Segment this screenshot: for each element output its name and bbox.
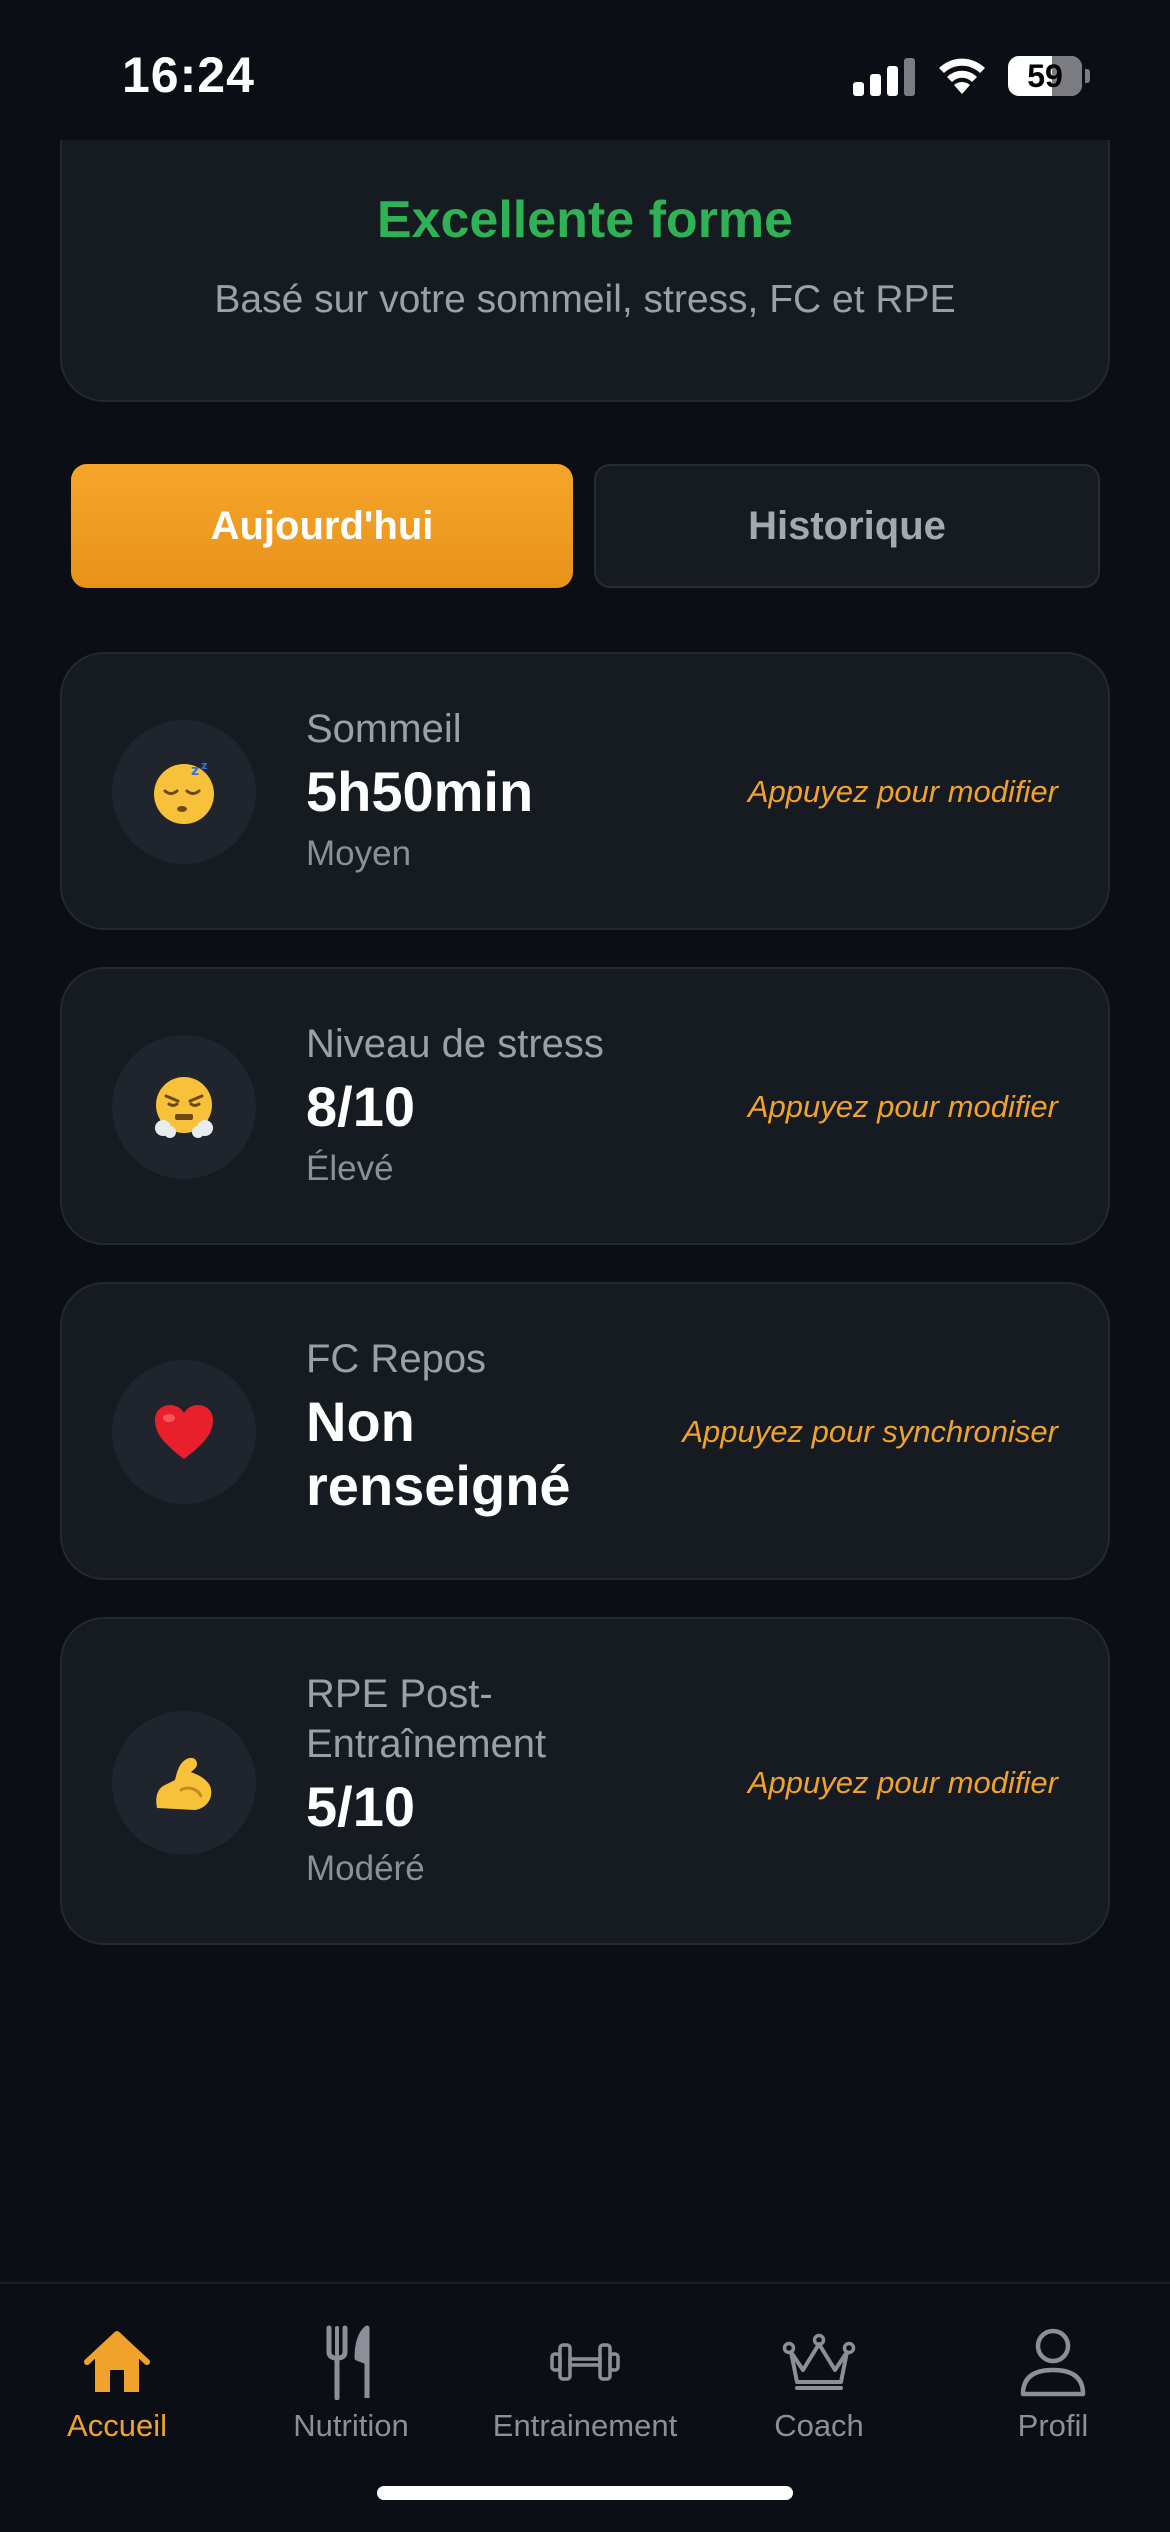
readiness-subtitle: Basé sur votre sommeil, stress, FC et RP… — [214, 278, 956, 321]
tab-history[interactable]: Historique — [594, 464, 1100, 588]
battery-level: 59 — [1027, 58, 1063, 94]
sleeping-face-icon: z z — [112, 720, 256, 864]
nav-coach-label: Coach — [774, 2408, 864, 2443]
svg-text:z: z — [201, 759, 207, 772]
rpe-card[interactable]: RPE Post- Entraînement 5/10 Modéré Appuy… — [60, 1617, 1110, 1945]
readiness-title: Excellente forme — [376, 191, 794, 249]
screen: 16:24 59 Excellente forme Basé sur votre… — [0, 0, 1170, 2532]
nav-home[interactable]: Accueil — [0, 2300, 234, 2443]
nav-profile-label: Profil — [1017, 2408, 1089, 2443]
crown-icon — [702, 2320, 936, 2404]
stress-status: Élevé — [306, 1149, 394, 1188]
sleep-card[interactable]: z z Sommeil 5h50min Moyen Appuyez pour m… — [60, 652, 1110, 930]
battery-icon: 59 — [1008, 56, 1090, 96]
sleep-status: Moyen — [306, 834, 412, 873]
red-heart-icon — [112, 1360, 256, 1504]
flexed-biceps-icon — [112, 1711, 256, 1855]
cellular-signal-icon — [853, 56, 915, 96]
status-time: 16:24 — [122, 47, 255, 103]
status-bar: 16:24 59 — [0, 0, 1170, 140]
home-icon — [0, 2320, 234, 2404]
tab-today[interactable]: Aujourd'hui — [71, 464, 573, 588]
resting-hr-value: Non renseigné — [306, 1390, 571, 1518]
wifi-icon — [939, 58, 985, 94]
person-icon — [936, 2320, 1170, 2404]
sleep-value: 5h50min — [306, 760, 534, 823]
resting-hr-label: FC Repos — [306, 1337, 487, 1381]
sleep-label: Sommeil — [306, 707, 462, 751]
rpe-status: Modéré — [306, 1849, 425, 1888]
nav-training-label: Entrainement — [492, 2408, 678, 2443]
svg-text:z: z — [191, 763, 199, 779]
nav-nutrition-label: Nutrition — [293, 2408, 409, 2443]
nav-home-label: Accueil — [67, 2408, 167, 2443]
rpe-edit-hint: Appuyez pour modifier — [747, 1765, 1058, 1800]
nav-nutrition[interactable]: Nutrition — [234, 2300, 468, 2443]
stress-edit-hint: Appuyez pour modifier — [747, 1089, 1058, 1124]
stress-card[interactable]: Niveau de stress 8/10 Élevé Appuyez pour… — [60, 967, 1110, 1245]
rpe-value: 5/10 — [306, 1775, 415, 1838]
nav-coach[interactable]: Coach — [702, 2300, 936, 2443]
resting-hr-value-line1: Non — [306, 1390, 415, 1453]
rpe-label: RPE Post- Entraînement — [306, 1669, 546, 1769]
resting-hr-value-line2: renseigné — [306, 1454, 571, 1517]
rpe-label-line1: RPE Post- — [306, 1672, 493, 1716]
home-indicator[interactable] — [377, 2486, 793, 2500]
rpe-label-line2: Entraînement — [306, 1722, 547, 1766]
nav-training[interactable]: Entrainement — [468, 2300, 702, 2443]
resting-hr-sync-hint: Appuyez pour synchroniser — [682, 1414, 1058, 1449]
sleep-edit-hint: Appuyez pour modifier — [747, 774, 1058, 809]
steaming-face-icon — [112, 1035, 256, 1179]
dumbbell-icon — [468, 2320, 702, 2404]
fork-knife-icon — [234, 2320, 468, 2404]
resting-hr-card[interactable]: FC Repos Non renseigné Appuyez pour sync… — [60, 1282, 1110, 1580]
nav-profile[interactable]: Profil — [936, 2300, 1170, 2443]
readiness-card: Excellente forme Basé sur votre sommeil,… — [60, 140, 1110, 402]
stress-value: 8/10 — [306, 1075, 415, 1138]
stress-label: Niveau de stress — [306, 1022, 604, 1066]
